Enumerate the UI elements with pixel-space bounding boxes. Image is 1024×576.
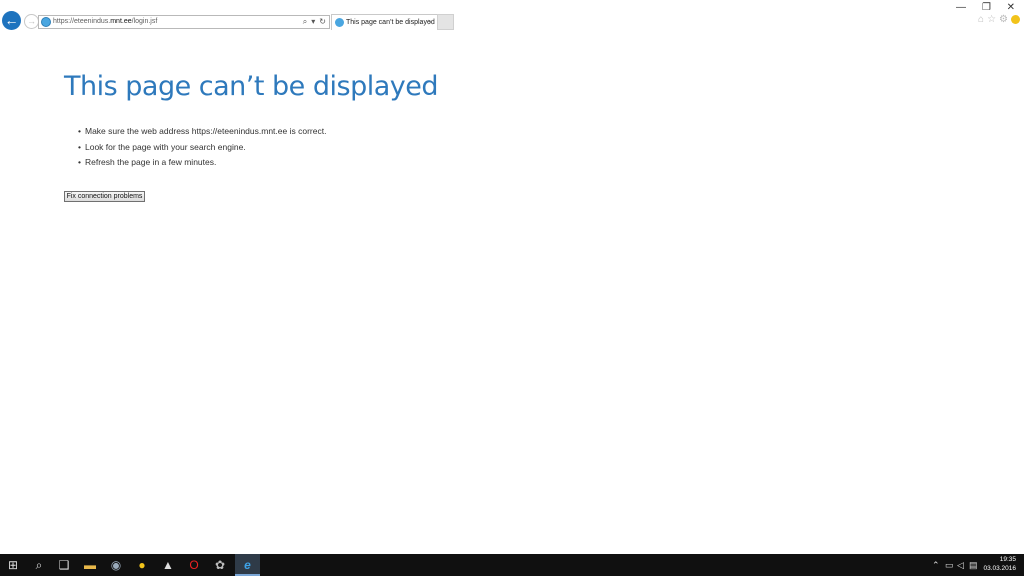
home-icon[interactable]: ⌂: [978, 14, 984, 25]
app-icon[interactable]: ✿: [209, 554, 231, 576]
address-url[interactable]: https://eteenindus.mnt.ee/login.jsf: [53, 16, 157, 28]
network-icon[interactable]: ▭: [945, 554, 954, 576]
browser-chrome: ← → https://eteenindus.mnt.ee/login.jsf …: [0, 0, 1024, 40]
page-title: This page can’t be displayed: [64, 71, 438, 102]
search-icon[interactable]: ⌕: [303, 17, 307, 26]
tab-close-icon[interactable]: ✕: [427, 15, 434, 30]
taskbar: ⊞ ⌕ ❑ ▬ ◉ ● ▲ O ✿ e ⌃ ▭ ◁ ▤ 19:35 03.03.…: [0, 554, 1024, 576]
dropdown-icon[interactable]: ▾: [311, 17, 315, 26]
toolbar-icons: ⌂ ☆ ⚙: [975, 14, 1020, 25]
forward-button[interactable]: →: [24, 14, 39, 29]
tab-active[interactable]: This page can’t be displayed ✕: [331, 14, 439, 30]
ie-favicon-icon: [41, 17, 51, 27]
media-icon[interactable]: ●: [131, 554, 153, 576]
chevron-up-icon[interactable]: ⌃: [932, 554, 940, 576]
star-icon[interactable]: ☆: [987, 14, 996, 25]
tip-item: Look for the page with your search engin…: [78, 141, 326, 157]
close-icon[interactable]: ✕: [1007, 2, 1015, 13]
tips-list: Make sure the web address https://eteeni…: [78, 125, 326, 172]
address-tools: ⌕ ▾ ↻: [299, 16, 326, 28]
tip-item: Refresh the page in a few minutes.: [78, 156, 326, 172]
clock-date[interactable]: 03.03.2016: [983, 565, 1016, 572]
tip-item: Make sure the web address https://eteeni…: [78, 125, 326, 141]
ie-tab-icon: [335, 18, 344, 27]
address-bar[interactable]: https://eteenindus.mnt.ee/login.jsf ⌕ ▾ ↻: [38, 15, 330, 29]
app-icon[interactable]: ▲: [157, 554, 179, 576]
smiley-icon[interactable]: [1011, 14, 1020, 24]
forward-arrow-icon: →: [27, 16, 36, 26]
tab-title: This page can’t be displayed: [346, 19, 435, 26]
clock-time[interactable]: 19:35: [1000, 556, 1016, 563]
back-button[interactable]: ←: [2, 11, 21, 30]
internet-explorer-icon[interactable]: e: [235, 554, 260, 576]
notification-icon[interactable]: ▤: [969, 554, 978, 576]
opera-icon[interactable]: O: [183, 554, 205, 576]
back-arrow-icon: ←: [4, 12, 19, 28]
address-url-path: /login.jsf: [131, 18, 158, 25]
address-url-domain: mnt.ee: [110, 18, 132, 25]
new-tab-button[interactable]: [437, 14, 454, 30]
minimize-icon[interactable]: —: [956, 2, 966, 13]
start-windows-icon[interactable]: ⊞: [2, 554, 24, 576]
search-icon[interactable]: ⌕: [28, 554, 50, 576]
refresh-icon[interactable]: ↻: [319, 17, 326, 26]
task-view-icon[interactable]: ❑: [53, 554, 75, 576]
steam-icon[interactable]: ◉: [105, 554, 127, 576]
gear-icon[interactable]: ⚙: [999, 14, 1008, 25]
volume-icon[interactable]: ◁: [957, 554, 964, 576]
address-url-prefix: https://eteenindus.: [53, 18, 111, 25]
fix-connection-button[interactable]: Fix connection problems: [64, 191, 145, 202]
file-explorer-icon[interactable]: ▬: [79, 554, 101, 576]
system-tray: ⌃ ▭ ◁ ▤ 19:35 03.03.2016: [924, 554, 1024, 576]
restore-icon[interactable]: ❐: [982, 2, 991, 13]
